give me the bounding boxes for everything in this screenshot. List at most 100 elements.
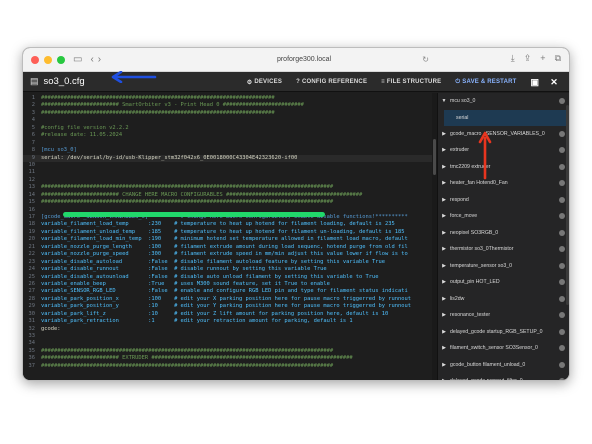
close-icon[interactable]: ✕ <box>550 77 558 88</box>
code-line[interactable]: 10 <box>23 162 437 169</box>
back-icon[interactable]: ‹ <box>90 54 93 65</box>
goto-icon[interactable] <box>559 229 565 236</box>
code-line[interactable]: 28 variable_park_position_x :100 # edit y… <box>23 296 437 303</box>
chevron-right-icon[interactable]: ▶ <box>438 131 450 137</box>
structure-item[interactable]: ▶ delayed_gcode startup_RGB_SETUP_0 <box>438 324 569 341</box>
structure-item[interactable]: ▶ extruder <box>438 142 569 159</box>
panel-scrollbar[interactable] <box>566 105 569 305</box>
code-line[interactable]: 23 variable_disable_autoload :False # dis… <box>23 259 437 266</box>
code-line[interactable]: 25 variable_disable_autounload :False # d… <box>23 274 437 281</box>
code-line[interactable]: 9 serial: /dev/serial/by-id/usb-Klipper_s… <box>23 154 437 162</box>
code-line[interactable]: 3 #######################################… <box>23 110 437 117</box>
code-line[interactable]: 5 #config file version v2.2.2 <box>23 125 437 132</box>
code-line[interactable]: 14 ######################## CHANGE HERE M… <box>23 192 437 199</box>
structure-item[interactable]: ▶ tmc2209 extruder <box>438 159 569 176</box>
code-line[interactable]: 20 variable_filament_load_min_temp :190 #… <box>23 236 437 243</box>
goto-icon[interactable] <box>559 262 565 269</box>
code-line[interactable]: 27 variable_SENSOR_RGB_LED :False # enabl… <box>23 288 437 295</box>
code-line[interactable]: 31 variable_park_retraction :1 # edit you… <box>23 318 437 325</box>
chevron-right-icon[interactable]: ▶ <box>438 362 450 368</box>
download-icon[interactable]: ⤓ <box>511 53 515 64</box>
code-line[interactable]: 6 #release date: 11.05.2024 <box>23 132 437 139</box>
structure-item[interactable]: ▶ filament_switch_sensor SO3Sensor_0 <box>438 340 569 357</box>
chevron-right-icon[interactable]: ▶ <box>438 263 450 269</box>
code-line[interactable]: 15 ######################################… <box>23 199 437 206</box>
code-line[interactable]: 29 variable_park_position_y :10 # edit yo… <box>23 303 437 310</box>
chevron-right-icon[interactable]: ▶ <box>438 279 450 285</box>
goto-icon[interactable] <box>559 312 565 318</box>
code-line[interactable]: 33 <box>23 333 437 340</box>
code-line[interactable]: 36 ######################## EXTRUDER ####… <box>23 355 437 362</box>
structure-item[interactable]: ▶ temperature_sensor so3_0 <box>438 258 569 275</box>
code-line[interactable]: 19 variable_filament_unload_temp :185 # t… <box>23 229 437 236</box>
code-line[interactable]: 2 ######################## SmartOrbiter v… <box>23 102 437 109</box>
code-editor[interactable]: 1 #######################################… <box>23 93 437 380</box>
forward-icon[interactable]: › <box>98 54 101 65</box>
code-line[interactable]: 24 variable_disable_runnout :False # disa… <box>23 266 437 273</box>
code-line[interactable]: 8 [mcu so3_0] <box>23 147 437 154</box>
chevron-right-icon[interactable]: ▶ <box>438 213 450 219</box>
structure-item[interactable]: ▶ force_move <box>438 208 569 225</box>
maximize-window-button[interactable] <box>57 55 65 64</box>
save-restart-button[interactable]: ⏻ SAVE & RESTART <box>455 79 516 86</box>
structure-item[interactable]: ▶delayed_gcode runnout_filter_0 <box>438 373 569 380</box>
code-line[interactable]: 37 ######################################… <box>23 363 437 370</box>
code-line[interactable]: 13 ######################################… <box>23 184 437 191</box>
chevron-right-icon[interactable]: ▶ <box>438 345 450 351</box>
chevron-right-icon[interactable]: ▶ <box>438 180 450 186</box>
structure-item[interactable]: ▶ gcode_macro _SENSOR_VARIABLES_0 <box>438 126 569 143</box>
chevron-right-icon[interactable]: ▶ <box>438 378 450 380</box>
code-line[interactable]: 18 variable_filament_load_temp :230 # tem… <box>23 221 437 228</box>
structure-item[interactable]: ▶ lis2dw <box>438 291 569 308</box>
code-line[interactable]: 12 <box>23 177 437 184</box>
goto-icon[interactable] <box>559 246 565 252</box>
chevron-down-icon[interactable]: ▼ <box>438 98 450 104</box>
tabs-overview-icon[interactable]: ⧉ <box>555 53 561 64</box>
structure-item[interactable]: ▶ resonance_tester <box>438 307 569 324</box>
chevron-right-icon[interactable]: ▶ <box>438 164 450 170</box>
goto-icon[interactable] <box>559 295 565 302</box>
structure-item[interactable]: ▶ neopixel SO3RGB_0 <box>438 225 569 242</box>
goto-icon[interactable] <box>559 378 565 380</box>
save-icon[interactable]: ▣ <box>531 77 540 88</box>
code-line[interactable]: 21 variable_nozzle_purge_length :100 # fi… <box>23 244 437 251</box>
structure-item[interactable]: ▶ heater_fan Hotend0_Fan <box>438 175 569 192</box>
minimize-window-button[interactable] <box>44 55 52 64</box>
new-tab-icon[interactable]: + <box>540 53 545 64</box>
chevron-right-icon[interactable]: ▶ <box>438 147 450 153</box>
code-line[interactable]: 32 gcode: <box>23 326 437 333</box>
structure-item[interactable]: ▶ gcode_button filament_unload_0 <box>438 357 569 374</box>
goto-icon[interactable] <box>559 180 565 186</box>
goto-icon[interactable] <box>559 361 565 368</box>
code-line[interactable]: 1 #######################################… <box>23 95 437 102</box>
code-line[interactable]: 22 variable_nozzle_purge_speed :300 # fil… <box>23 251 437 258</box>
goto-icon[interactable] <box>559 213 565 219</box>
chevron-right-icon[interactable]: ▶ <box>438 246 450 252</box>
goto-icon[interactable] <box>559 130 565 137</box>
code-line[interactable]: 11 <box>23 169 437 176</box>
code-line[interactable]: 26 variable_enable_beep :True # uses M300… <box>23 281 437 288</box>
goto-icon[interactable] <box>559 196 565 203</box>
structure-item[interactable]: ▼ mcu so3_0 <box>438 93 569 110</box>
code-line[interactable]: 30 variable_park_lift_z :10 # edit your Z… <box>23 311 437 318</box>
chevron-right-icon[interactable]: ▶ <box>438 329 450 335</box>
structure-item[interactable]: ▶ output_pin HOT_LED <box>438 274 569 291</box>
config-reference-button[interactable]: ? CONFIG REFERENCE <box>296 79 367 85</box>
chevron-right-icon[interactable]: ▶ <box>438 197 450 203</box>
reload-icon[interactable]: ↻ <box>422 53 429 67</box>
goto-icon[interactable] <box>559 345 565 351</box>
goto-icon[interactable] <box>559 279 565 285</box>
chevron-right-icon[interactable]: ▶ <box>438 312 450 318</box>
devices-button[interactable]: ⚙ DEVICES <box>247 79 282 86</box>
goto-icon[interactable] <box>559 163 565 170</box>
code-line[interactable]: 7 <box>23 140 437 147</box>
goto-icon[interactable] <box>559 98 565 104</box>
code-line[interactable]: 34 <box>23 340 437 347</box>
chevron-right-icon[interactable]: ▶ <box>438 230 450 236</box>
scrollbar-thumb[interactable] <box>433 139 436 175</box>
goto-icon[interactable] <box>559 328 565 335</box>
address-bar[interactable]: proforge300.local ↻ <box>173 53 435 67</box>
structure-item[interactable]: ▶ thermistor so3_0Thermistor <box>438 241 569 258</box>
code-line[interactable]: 4 <box>23 117 437 124</box>
sidebar-toggle-icon[interactable]: ▭ <box>73 54 82 65</box>
